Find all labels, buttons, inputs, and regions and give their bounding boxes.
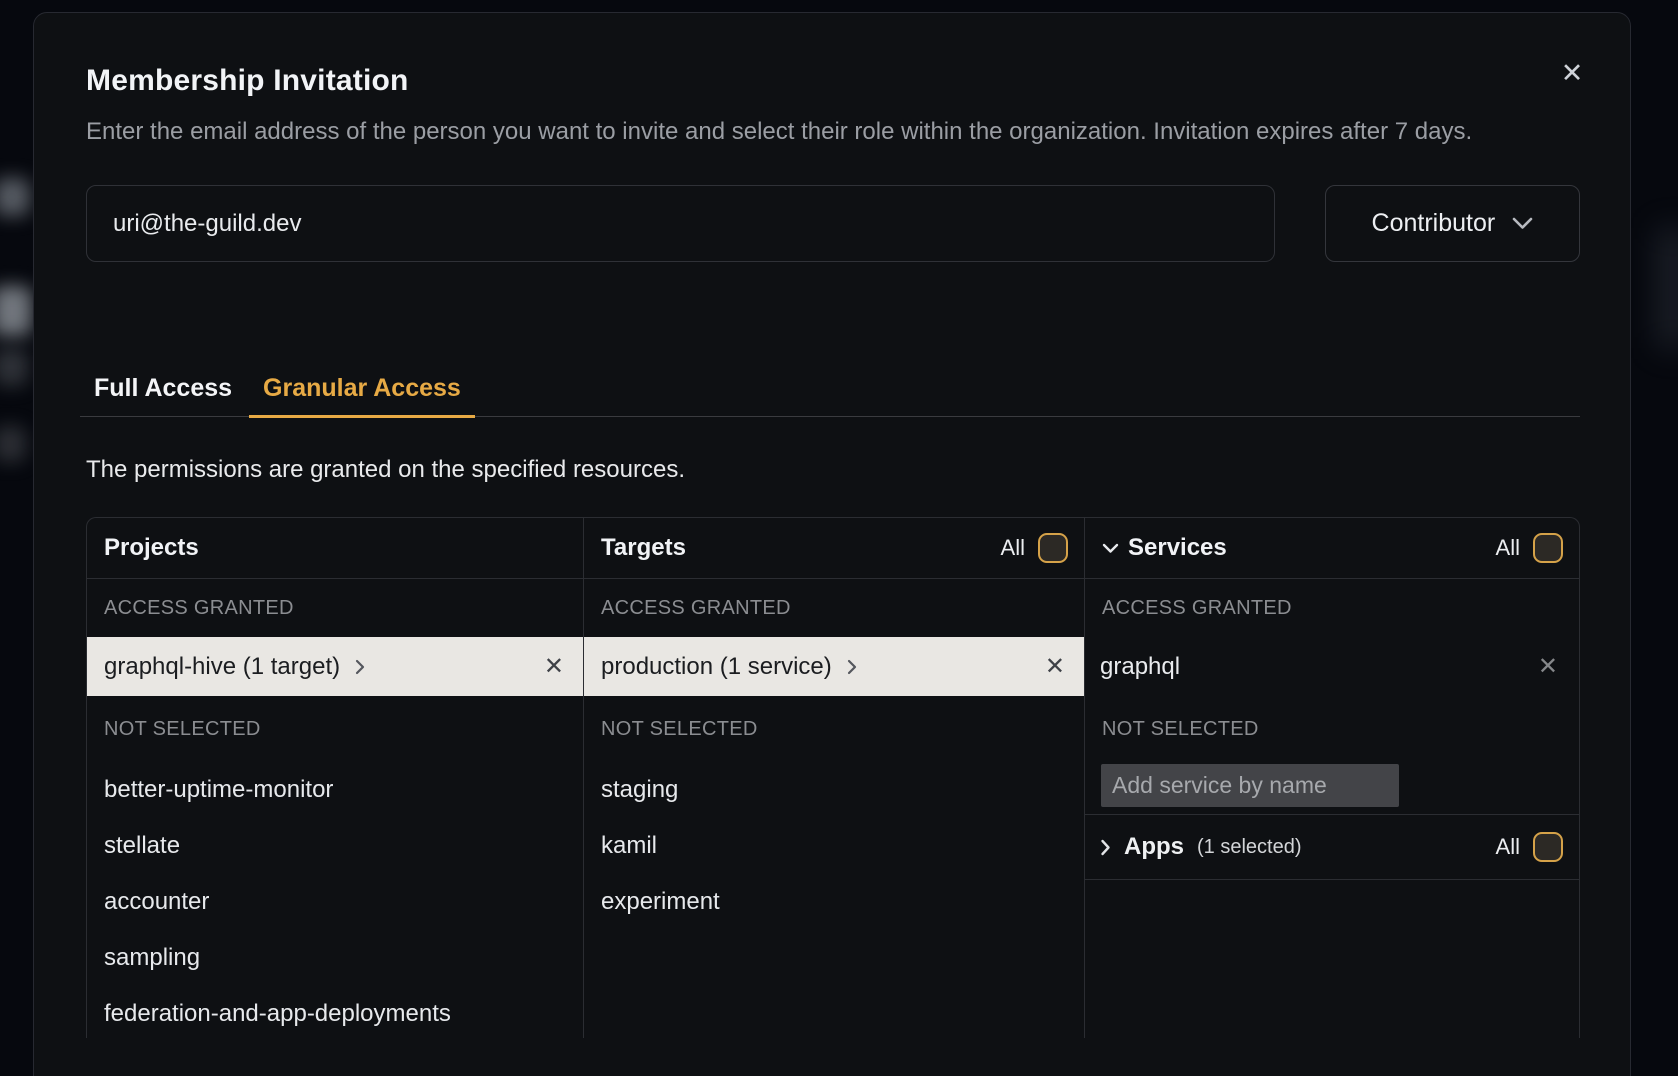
apps-section-row[interactable]: Apps (1 selected) All xyxy=(1085,814,1579,880)
apps-selected-count: (1 selected) xyxy=(1197,836,1302,859)
membership-invitation-dialog: ✕ Membership Invitation Enter the email … xyxy=(33,12,1631,1076)
access-granted-label: ACCESS GRANTED xyxy=(87,579,583,637)
remove-icon: ✕ xyxy=(544,653,564,680)
targets-all-wrap: All xyxy=(1001,533,1068,563)
target-option[interactable]: experiment xyxy=(584,874,1084,930)
remove-target-button[interactable]: ✕ xyxy=(1045,652,1065,681)
targets-all-label: All xyxy=(1001,535,1025,561)
email-input[interactable] xyxy=(86,185,1275,262)
services-column: Services All ACCESS GRANTED graphql ✕ NO xyxy=(1085,518,1579,1038)
services-all-wrap: All xyxy=(1496,533,1563,563)
target-option[interactable]: staging xyxy=(584,762,1084,818)
project-option[interactable]: better-uptime-monitor xyxy=(87,762,583,818)
granted-project-name: graphql-hive (1 target) xyxy=(104,653,340,681)
chevron-right-icon xyxy=(1100,839,1111,856)
projects-header: Projects xyxy=(104,534,199,562)
remove-project-button[interactable]: ✕ xyxy=(544,652,564,681)
apps-label: Apps xyxy=(1124,833,1184,861)
targets-header-row: Targets All xyxy=(584,518,1084,579)
targets-all-checkbox[interactable] xyxy=(1038,533,1068,563)
resources-grid: Projects ACCESS GRANTED graphql-hive (1 … xyxy=(86,517,1580,1038)
role-dropdown[interactable]: Contributor xyxy=(1325,185,1580,262)
services-header: Services xyxy=(1128,534,1227,562)
access-tabs: Full Access Granular Access xyxy=(80,374,1580,417)
access-granted-label: ACCESS GRANTED xyxy=(1085,579,1579,637)
dialog-title: Membership Invitation xyxy=(86,63,1580,99)
backdrop-blur-fragment xyxy=(0,426,26,462)
tab-full-access[interactable]: Full Access xyxy=(80,374,246,418)
permissions-note: The permissions are granted on the speci… xyxy=(86,456,1580,484)
projects-header-row: Projects xyxy=(87,518,583,579)
chevron-down-icon xyxy=(1102,543,1119,554)
granted-target-name: production (1 service) xyxy=(601,653,832,681)
granted-project-row[interactable]: graphql-hive (1 target) ✕ xyxy=(87,637,583,696)
backdrop-glow xyxy=(1658,228,1678,348)
not-selected-label: NOT SELECTED xyxy=(1085,696,1579,762)
chevron-down-icon xyxy=(1512,217,1533,230)
backdrop-blur-fragment xyxy=(0,348,28,386)
add-service-input[interactable] xyxy=(1101,764,1399,807)
invite-form-row: Contributor xyxy=(86,185,1580,262)
services-all-label: All xyxy=(1496,535,1520,561)
project-option[interactable]: accounter xyxy=(87,874,583,930)
project-option[interactable]: federation-and-app-deployments xyxy=(87,986,583,1038)
granted-service-name: graphql xyxy=(1100,653,1180,681)
granted-service-row[interactable]: graphql ✕ xyxy=(1085,637,1579,696)
remove-icon: ✕ xyxy=(1538,653,1558,680)
not-selected-label: NOT SELECTED xyxy=(87,696,583,762)
add-service-wrap xyxy=(1085,762,1579,807)
backdrop-blur-fragment xyxy=(0,178,30,216)
apps-all-wrap: All xyxy=(1496,832,1563,862)
project-option[interactable]: sampling xyxy=(87,930,583,986)
targets-header: Targets xyxy=(601,534,686,562)
services-all-checkbox[interactable] xyxy=(1533,533,1563,563)
remove-service-button[interactable]: ✕ xyxy=(1538,652,1558,681)
apps-all-label: All xyxy=(1496,834,1520,860)
role-value: Contributor xyxy=(1372,209,1496,238)
tab-granular-access[interactable]: Granular Access xyxy=(249,374,475,418)
project-option[interactable]: stellate xyxy=(87,818,583,874)
projects-column: Projects ACCESS GRANTED graphql-hive (1 … xyxy=(87,518,584,1038)
targets-column: Targets All ACCESS GRANTED production (1… xyxy=(584,518,1085,1038)
backdrop-blur-fragment xyxy=(0,286,32,336)
chevron-right-icon xyxy=(847,659,857,675)
services-header-row[interactable]: Services All xyxy=(1085,518,1579,579)
access-granted-label: ACCESS GRANTED xyxy=(584,579,1084,637)
screen: ✕ Membership Invitation Enter the email … xyxy=(0,0,1678,1076)
not-selected-label: NOT SELECTED xyxy=(584,696,1084,762)
apps-all-checkbox[interactable] xyxy=(1533,832,1563,862)
granted-target-row[interactable]: production (1 service) ✕ xyxy=(584,637,1084,696)
remove-icon: ✕ xyxy=(1045,653,1065,680)
chevron-right-icon xyxy=(355,659,365,675)
target-option[interactable]: kamil xyxy=(584,818,1084,874)
dialog-description: Enter the email address of the person yo… xyxy=(86,113,1580,151)
